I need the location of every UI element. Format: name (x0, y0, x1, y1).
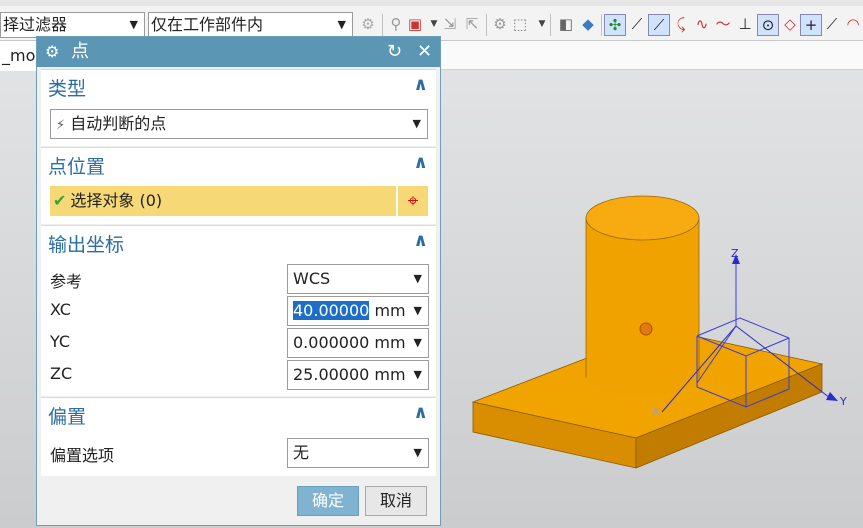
offset-option-label: 偏置选项 (50, 446, 115, 465)
ok-button[interactable]: 确定 (297, 486, 359, 516)
section-header-output-coordinates[interactable]: 输出坐标 (48, 230, 124, 257)
model-tab[interactable]: _mo (0, 41, 40, 71)
chevron-down-icon: ▼ (337, 18, 346, 31)
toolbar-divider (382, 14, 383, 36)
face-icon[interactable]: ◆ (578, 14, 598, 34)
chevron-down-icon[interactable]: ▼ (532, 14, 552, 34)
perpendicular-icon[interactable]: ⊥ (735, 14, 755, 34)
cylinder-bottom (586, 360, 699, 396)
toolbar-divider (601, 14, 602, 36)
curve-point-icon[interactable]: 〜 (713, 14, 733, 34)
cylinder-top (585, 195, 700, 241)
toolbar-divider (550, 14, 551, 36)
rectangle-select-icon[interactable]: ⬚ (510, 14, 530, 34)
xc-input[interactable]: 40.00000 mm ▼ (287, 296, 429, 326)
select-object-field[interactable]: ✔ 选择对象 (0) (50, 186, 396, 216)
xc-value: 40.00000 (293, 301, 370, 320)
gear-icon[interactable]: ⚙ (45, 37, 59, 67)
type-filter-dropdown[interactable]: 择过滤器 ▼ (0, 12, 145, 38)
lasso-icon[interactable]: ⚙ (490, 14, 510, 34)
yc-label: YC (50, 332, 71, 351)
axis-x-label: X (652, 405, 660, 418)
select-icon[interactable]: ⇲ (440, 14, 460, 34)
quadrant-point-icon[interactable]: ◇ (780, 14, 800, 34)
endpoint-icon[interactable]: ⟋ (627, 14, 647, 34)
existing-point-icon[interactable]: + (800, 14, 822, 36)
type-filter-label: 择过滤器 (3, 15, 68, 34)
xc-unit: mm (374, 301, 406, 320)
chevron-down-icon: ▼ (409, 329, 422, 357)
cancel-button[interactable]: 取消 (365, 486, 427, 516)
reference-dropdown[interactable]: WCS ▼ (287, 264, 429, 294)
section-header-type[interactable]: 类型 (48, 74, 86, 101)
deselect-icon[interactable]: ⇱ (462, 14, 482, 34)
dialog-titlebar[interactable]: ⚙ 点 ↻ ✕ (37, 37, 440, 67)
reset-icon[interactable]: ↻ (387, 37, 402, 67)
dialog-title: 点 (71, 41, 89, 62)
control-point-icon[interactable]: ⤹ (671, 14, 691, 34)
inferred-point-icon[interactable]: ✣ (604, 14, 626, 36)
close-icon[interactable]: ✕ (417, 37, 432, 67)
midpoint-icon[interactable]: ⟋ (648, 14, 670, 36)
checkmark-icon: ✔ (53, 191, 67, 210)
yc-input[interactable]: 0.000000 mm ▼ (287, 328, 429, 358)
bounded-grid-icon[interactable]: ◠ (843, 14, 863, 34)
cylinder-body (586, 218, 699, 378)
collapse-icon[interactable]: ∧ (413, 230, 428, 251)
menu-strip (0, 0, 863, 6)
type-dropdown[interactable]: ⚡ 自动判断的点 ▼ (50, 109, 428, 139)
chevron-down-icon: ▼ (129, 18, 138, 31)
point-on-curve-icon[interactable]: ⟋ (822, 14, 842, 34)
collapse-icon[interactable]: ∧ (413, 74, 428, 95)
body-icon[interactable]: ◧ (556, 14, 576, 34)
intersection-icon[interactable]: ∿ (692, 14, 712, 34)
chevron-down-icon: ▼ (409, 361, 422, 389)
y-arrow-icon (826, 392, 838, 401)
top-toolbar: 择过滤器 ▼ 仅在工作部件内 ▼ ⚙ ⚲ ▣ ▼ ⇲ ⇱ ⚙ ⬚ ▼ ◧ ◆ ✣… (0, 0, 863, 41)
chevron-down-icon: ▼ (413, 272, 422, 285)
type-section: 类型 ∧ ⚡ 自动判断的点 ▼ (41, 69, 436, 146)
xc-label: XC (50, 300, 71, 319)
chevron-down-icon: ▼ (412, 117, 421, 130)
model-tab-label: _mo (2, 46, 36, 65)
yc-value: 0.000000 mm (293, 333, 406, 352)
point-dialog-button[interactable]: ⌖ (398, 186, 428, 216)
zc-label: ZC (50, 364, 73, 383)
reference-label: 参考 (50, 272, 83, 291)
snap-icon[interactable]: ⚲ (386, 14, 406, 34)
chevron-down-icon: ▼ (413, 446, 422, 459)
type-value: 自动判断的点 (70, 114, 167, 133)
offset-option-value: 无 (293, 443, 310, 462)
zc-input[interactable]: 25.00000 mm ▼ (287, 360, 429, 390)
filter-icon[interactable]: ▣ (405, 14, 425, 34)
collapse-icon[interactable]: ∧ (413, 152, 428, 173)
reference-value: WCS (293, 269, 331, 288)
offset-option-dropdown[interactable]: 无 ▼ (287, 438, 429, 468)
assembly-icon[interactable]: ⚙ (358, 14, 378, 34)
point-location-section: 点位置 ∧ ✔ 选择对象 (0) ⌖ (41, 147, 436, 224)
crosshair-icon: ⌖ (407, 190, 419, 212)
collapse-icon[interactable]: ∧ (413, 402, 428, 423)
axis-y-label: Y (839, 395, 847, 408)
inferred-point-icon: ⚡ (56, 118, 66, 133)
chevron-down-icon: ▼ (409, 297, 422, 325)
select-object-label: 选择对象 (0) (70, 191, 163, 210)
section-header-point-location[interactable]: 点位置 (48, 152, 105, 179)
offset-section: 偏置 ∧ 偏置选项 无 ▼ (41, 397, 436, 476)
section-header-offset[interactable]: 偏置 (48, 402, 86, 429)
point-dialog: ⚙ 点 ↻ ✕ 类型 ∧ ⚡ 自动判断的点 ▼ 点位置 ∧ ✔ 选择对象 (0) … (36, 36, 441, 526)
viewport-header (440, 41, 863, 70)
arc-center-icon[interactable]: ⊙ (757, 14, 779, 36)
zc-value: 25.00000 mm (293, 365, 406, 384)
axis-z-label: Z (731, 247, 739, 260)
output-coordinates-section: 输出坐标 ∧ 参考 WCS ▼ XC 40.00000 mm ▼ YC 0.00… (41, 225, 436, 396)
scope-dropdown[interactable]: 仅在工作部件内 ▼ (148, 12, 353, 38)
scope-label: 仅在工作部件内 (151, 15, 264, 34)
toolbar-divider (486, 14, 487, 36)
point-marker[interactable] (639, 322, 653, 336)
